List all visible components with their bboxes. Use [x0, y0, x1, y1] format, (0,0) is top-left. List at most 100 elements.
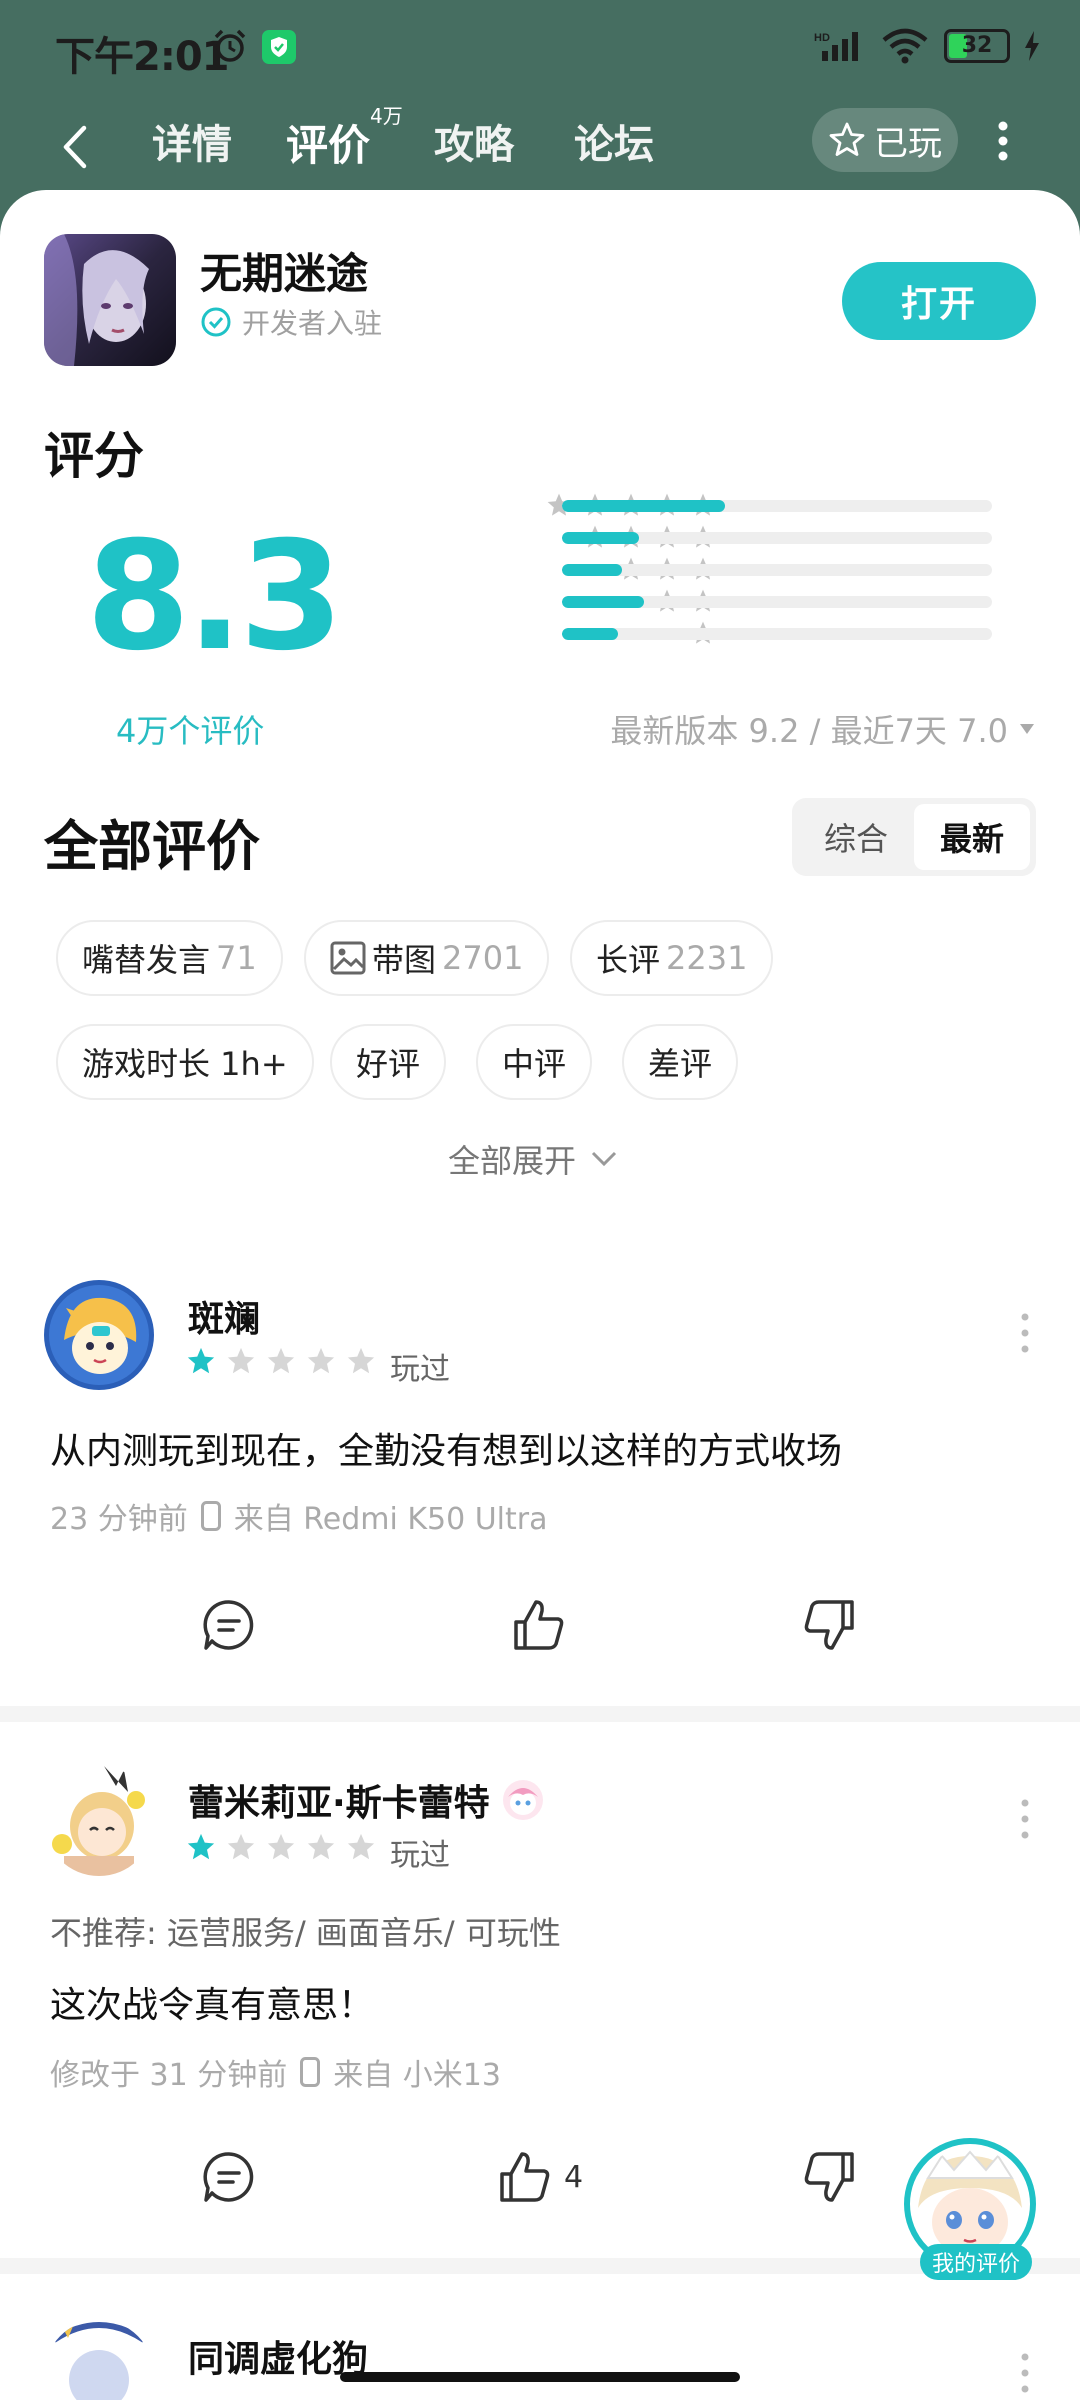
review-time: 修改于 31 分钟前 [50, 2058, 288, 2093]
played-button[interactable]: 已玩 [812, 108, 958, 172]
chip-label: 长评 [596, 941, 661, 979]
review-text[interactable]: 从内测玩到现在，全勤没有想到以这样的方式收场 [50, 1422, 842, 1474]
chip-count: 2701 [442, 939, 524, 977]
app-icon[interactable] [44, 234, 176, 366]
review-stars [186, 1346, 376, 1376]
filter-chip-neutral[interactable]: 中评 [476, 1024, 593, 1100]
thumbs-up-icon [500, 2152, 550, 2202]
review-time: 23 分钟前 [50, 1502, 188, 1537]
rating-bar-fill [562, 596, 644, 608]
tab-reviews[interactable]: 评价 [286, 112, 370, 173]
star-empty-icon [347, 1347, 375, 1374]
back-arrow-icon[interactable] [56, 120, 96, 174]
star-filled-icon [187, 1833, 215, 1860]
filter-chip-quotable[interactable]: 嘴替发言 71 [56, 920, 283, 996]
app-name: 无期迷途 [200, 249, 369, 298]
security-shield-icon [262, 30, 296, 64]
more-vertical-icon[interactable] [990, 114, 1016, 168]
comment-button[interactable] [202, 2150, 256, 2204]
rating-bar-track [562, 564, 992, 576]
tab-forum[interactable]: 论坛 [574, 112, 654, 170]
review-tags: 不推荐: 运营服务/ 画面音乐/ 可玩性 [50, 1914, 561, 1952]
top-navigation: 详情 评价 4万 攻略 论坛 已玩 [0, 100, 1080, 190]
filter-chip-with-image[interactable]: 带图 2701 [304, 920, 550, 996]
more-vertical-icon[interactable] [1018, 1796, 1032, 1842]
rating-bar-fill [562, 628, 618, 640]
dislike-button[interactable] [802, 2150, 856, 2204]
thumbs-down-icon [804, 1600, 854, 1650]
sort-toggle: 综合 最新 [792, 798, 1036, 876]
latest-version-score[interactable]: 最新版本 9.2 / 最近7天 7.0 [610, 706, 1036, 752]
svg-text:HD: HD [814, 32, 830, 44]
tab-guides[interactable]: 攻略 [434, 112, 514, 170]
filter-chip-negative[interactable]: 差评 [622, 1024, 739, 1100]
chip-count: 2231 [666, 939, 748, 977]
divider [0, 2258, 1080, 2274]
verified-label: 开发者入驻 [242, 307, 383, 340]
rating-bar-track [562, 532, 992, 544]
sort-option-newest[interactable]: 最新 [914, 804, 1030, 870]
played-status: 玩过 [390, 1838, 450, 1873]
wifi-icon [882, 28, 928, 64]
avatar[interactable] [44, 2320, 154, 2400]
star-outline-icon [829, 122, 865, 156]
played-status: 玩过 [390, 1352, 450, 1387]
battery-level: 32 [961, 33, 993, 58]
rating-row-4-star [360, 522, 1000, 554]
reviews-count-badge: 4万 [370, 104, 403, 128]
rating-bar-track [562, 596, 992, 608]
star-empty-icon [347, 1833, 375, 1860]
user-badge-icon [502, 1780, 543, 1820]
status-bar: 下午2:01 HD 32 [0, 0, 1080, 100]
avatar[interactable] [44, 1766, 154, 1876]
rating-row-5-star [360, 490, 1000, 522]
average-score: 8.3 [86, 510, 344, 684]
filter-chip-positive[interactable]: 好评 [330, 1024, 447, 1100]
played-label: 已玩 [874, 123, 942, 164]
rating-bar-fill [562, 532, 640, 544]
more-vertical-icon[interactable] [1018, 1310, 1032, 1356]
chip-count: 71 [216, 939, 257, 977]
battery-icon: 32 [944, 29, 1010, 63]
chevron-down-icon [591, 1151, 617, 1167]
charging-icon [1025, 31, 1039, 61]
image-icon [330, 941, 366, 975]
rating-bar-track [562, 628, 992, 640]
all-reviews-title: 全部评价 [44, 815, 260, 878]
comment-icon [203, 2152, 254, 2202]
like-count: 4 [564, 2159, 584, 2195]
rating-title: 评分 [44, 427, 144, 485]
review-meta: 23 分钟前 来自 Redmi K50 Ultra [50, 1494, 548, 1538]
divider [0, 1706, 1080, 1722]
star-empty-icon [307, 1833, 335, 1860]
like-button[interactable]: 4 [498, 2150, 583, 2204]
thumbs-up-icon [514, 1600, 564, 1650]
more-vertical-icon[interactable] [1018, 2350, 1032, 2396]
my-review-fab[interactable]: 我的评价 [904, 2138, 1036, 2280]
comment-button[interactable] [202, 1598, 256, 1652]
comment-icon [203, 1600, 254, 1650]
review-device: 来自 Redmi K50 Ultra [233, 1502, 548, 1537]
review-text[interactable]: 这次战令真有意思！ [50, 1976, 374, 2028]
avatar[interactable] [44, 1280, 154, 1390]
expand-all-button[interactable]: 全部展开 [448, 1136, 618, 1182]
review-username[interactable]: 斑斓 [188, 1290, 260, 1342]
developer-verified: 开发者入驻 [200, 302, 382, 342]
alarm-icon [214, 29, 246, 62]
star-empty-icon [307, 1347, 335, 1374]
filter-chip-long-review[interactable]: 长评 2231 [570, 920, 774, 996]
rating-distribution [360, 490, 1000, 650]
my-review-label: 我的评价 [920, 2244, 1032, 2280]
filter-chip-playtime[interactable]: 游戏时长 1h+ [56, 1024, 314, 1100]
content-card: 无期迷途 开发者入驻 打开 评分 8.3 4万个评价 最新版本 9.2 / 最近… [0, 190, 1080, 2400]
star-empty-icon [227, 1833, 255, 1860]
tab-details[interactable]: 详情 [152, 112, 232, 170]
dislike-button[interactable] [802, 1598, 856, 1652]
sort-option-comprehensive[interactable]: 综合 [798, 804, 914, 870]
username-text: 蕾米莉亚·斯卡蕾特 [188, 1783, 490, 1824]
like-button[interactable] [512, 1598, 566, 1652]
home-indicator[interactable] [340, 2372, 740, 2382]
open-app-button[interactable]: 打开 [842, 262, 1036, 340]
review-username[interactable]: 蕾米莉亚·斯卡蕾特 [188, 1774, 546, 1826]
status-time: 下午2:01 [55, 34, 229, 80]
